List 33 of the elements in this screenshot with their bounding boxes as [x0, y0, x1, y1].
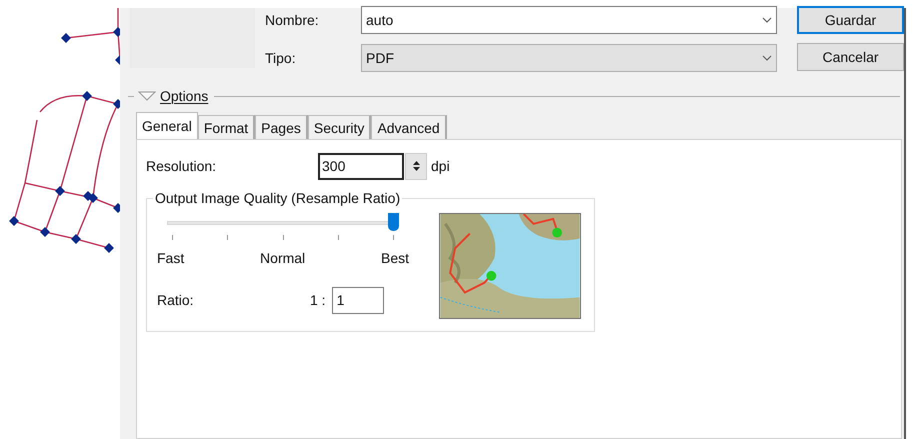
cancel-button[interactable]: Cancelar [797, 43, 904, 71]
field-label: Tipo: [265, 48, 297, 68]
save-button[interactable]: Guardar [797, 6, 904, 34]
tick-label: Normal [260, 249, 306, 268]
options-section-title[interactable]: Options [160, 86, 208, 106]
ratio-prefix: 1 : [310, 291, 326, 310]
spinner-buttons[interactable] [405, 152, 427, 180]
collapse-triangle-icon[interactable] [138, 91, 156, 101]
name-combo-field[interactable]: auto [361, 6, 777, 34]
tick-mark [172, 235, 173, 240]
resolution-label: Resolution: [146, 156, 218, 176]
down-arrow-icon [412, 167, 420, 171]
tick-label: Fast [157, 249, 184, 268]
tick-mark [282, 235, 284, 240]
tick-mark [393, 235, 394, 240]
tab[interactable]: Security [308, 115, 372, 139]
tick-label: Best [380, 249, 409, 268]
chevron-down-icon [762, 55, 772, 61]
tab[interactable]: Advanced [371, 115, 447, 139]
tab[interactable]: Format [198, 115, 256, 139]
unit-label: dpi [431, 156, 450, 176]
resolution-field[interactable]: 300 [318, 152, 404, 180]
tab[interactable]: General [136, 112, 198, 139]
quality-slider[interactable] [167, 213, 399, 233]
chevron-down-icon [762, 17, 772, 23]
ratio-label: Ratio: [157, 291, 195, 310]
ratio-field[interactable]: 1 [332, 287, 384, 314]
tick-mark [227, 235, 228, 240]
up-arrow-icon [412, 161, 420, 165]
tick-mark [338, 235, 339, 240]
tab[interactable]: Pages [255, 115, 308, 139]
field-label: Nombre: [265, 10, 320, 30]
slider-thumb[interactable] [388, 213, 399, 231]
